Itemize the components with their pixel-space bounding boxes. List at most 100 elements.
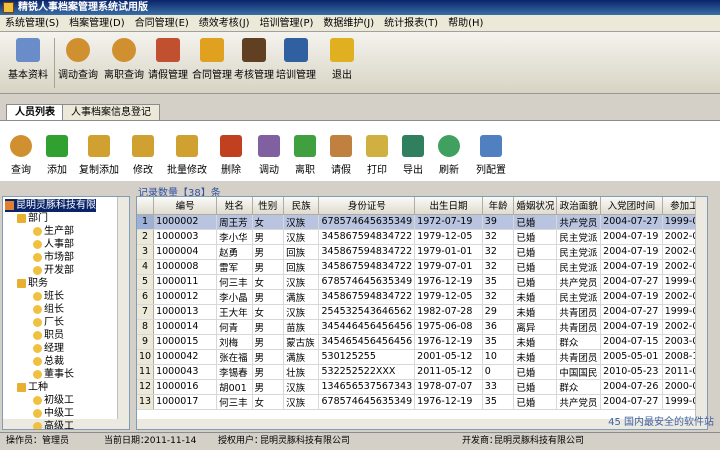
table-cell: 1000004 (153, 244, 218, 260)
table-row[interactable]: 4 1000008 雷军男回族 345867594834722 1979-07-01 32… (137, 259, 707, 275)
toolbar-button[interactable]: 基本资料 (2, 36, 54, 90)
tree-node[interactable]: 总裁 (33, 355, 64, 368)
table-row[interactable]: 3 1000004 赵勇男回族 345867594834722 1979-01-01 32… (137, 244, 707, 260)
table-row[interactable]: 8 1000014 何青男苗族 345446456456456 1975-06-08 36… (137, 319, 707, 335)
table-cell: 胡001 (216, 379, 253, 395)
tree-node[interactable]: 人事部 (33, 238, 74, 251)
tree-node[interactable]: 职务 (17, 277, 48, 290)
table-row[interactable]: 11 1000043 李锡春男壮族 532252522XXX 2011-05-12 0 已婚… (137, 364, 707, 380)
table-cell: 0 (482, 364, 515, 380)
menu-item[interactable]: 绩效考核(J) (194, 15, 255, 31)
node-icon (33, 239, 42, 249)
column-header[interactable]: 婚姻状况 (513, 197, 558, 215)
toolbar-button[interactable]: 离职查询 (102, 36, 146, 90)
column-header[interactable]: 出生日期 (414, 197, 483, 215)
record-toolbar-button[interactable]: 复制添加 (76, 135, 122, 177)
menu-item[interactable]: 档案管理(D) (64, 15, 130, 31)
table-row[interactable]: 13 1000017 何三丰女汉族 678574645635349 1976-12-19… (137, 394, 707, 410)
menu-item[interactable]: 数据维护(J) (318, 15, 379, 31)
record-toolbar-button[interactable]: 调动 (252, 135, 286, 177)
toolbar-button[interactable]: 请假管理 (146, 36, 190, 90)
table-row[interactable]: 10 1000042 张在福男满族 530125255 2001-05-12 10 未婚 共青… (137, 349, 707, 365)
tree-node[interactable]: 中级工 (33, 407, 74, 420)
tree-node[interactable]: 初级工 (33, 394, 74, 407)
tree-node[interactable]: 厂长 (33, 316, 64, 329)
tree-root[interactable]: 昆明灵豚科技有限 (5, 199, 96, 212)
table-row[interactable]: 12 1000016 胡001 男汉族 134656537567343 1978-07-0… (137, 379, 707, 395)
column-header[interactable]: 民族 (283, 197, 320, 215)
table-cell: 回族 (283, 259, 320, 275)
table-cell: 赵勇 (216, 244, 253, 260)
record-toolbar-button[interactable]: 删除 (214, 135, 248, 177)
record-toolbar-label: 添加 (47, 165, 67, 176)
tab[interactable]: 人事档案信息登记 (62, 104, 160, 120)
tree-node[interactable]: 经理 (33, 342, 64, 355)
toolbar-button[interactable]: 合同管理 (190, 36, 234, 90)
record-toolbar-button[interactable]: 导出 (396, 135, 430, 177)
pencil-icon (88, 135, 110, 157)
record-toolbar-button[interactable]: 修改 (126, 135, 160, 177)
column-header[interactable]: 性别 (252, 197, 285, 215)
toolbar-button[interactable]: 调动查询 (56, 36, 100, 90)
table-row[interactable]: 2 1000003 李小华男汉族 345867594834722 1979-12-05 3… (137, 229, 707, 245)
table-row[interactable]: 7 1000013 王大年女汉族 254532543646562 1982-07-28 2… (137, 304, 707, 320)
menu-item[interactable]: 帮助(H) (443, 15, 488, 31)
tree-node[interactable]: 董事长 (33, 368, 74, 381)
menu-item[interactable]: 系统管理(S) (0, 15, 64, 31)
tree-node-label: 工种 (28, 382, 48, 393)
record-toolbar-label: 调动 (259, 165, 279, 176)
record-toolbar-button[interactable]: 查询 (4, 135, 38, 177)
record-toolbar-button[interactable]: 离职 (288, 135, 322, 177)
app-icon (3, 2, 14, 13)
record-toolbar-button[interactable]: 列配置 (468, 135, 514, 177)
tree-vscroll[interactable] (117, 197, 129, 429)
menu-item[interactable]: 统计报表(T) (379, 15, 443, 31)
node-icon (33, 265, 42, 275)
tree-node[interactable]: 部门 (17, 212, 48, 225)
table-cell: 345867594834722 (318, 289, 416, 305)
tree-node-label: 开发部 (44, 265, 74, 276)
tree-node[interactable]: 工种 (17, 381, 48, 394)
column-header[interactable]: 政治面貌 (556, 197, 602, 215)
table-cell: 1975-06-08 (414, 319, 483, 335)
grid-vscroll[interactable] (695, 197, 707, 419)
column-header[interactable]: 入党团时间 (600, 197, 663, 215)
tree-node[interactable]: 组长 (33, 303, 64, 316)
table-row[interactable]: 6 1000012 李小晶男满族 345867594834722 1979-12-05 3… (137, 289, 707, 305)
column-header[interactable]: 身份证号 (318, 197, 416, 215)
tree-node[interactable]: 开发部 (33, 264, 74, 277)
table-cell: 男 (252, 289, 285, 305)
record-toolbar-button[interactable]: 请假 (324, 135, 358, 177)
tree-node[interactable]: 高级工 (33, 420, 74, 429)
table-cell: 345867594834722 (318, 259, 416, 275)
record-toolbar-button[interactable]: 添加 (40, 135, 74, 177)
tree-node[interactable]: 班长 (33, 290, 64, 303)
row-number: 3 (137, 244, 155, 260)
edit-pencil-icon (156, 38, 180, 62)
tree-node-label: 班长 (44, 291, 64, 302)
record-toolbar-button[interactable]: 打印 (360, 135, 394, 177)
toolbar-button-label: 培训管理 (276, 70, 316, 81)
table-row[interactable]: 5 1000011 何三丰女汉族 678574645635349 1976-12-19 3… (137, 274, 707, 290)
table-cell: 壮族 (283, 364, 320, 380)
tab[interactable]: 人员列表 (6, 104, 64, 120)
category-tree[interactable]: 昆明灵豚科技有限 部门 生产部 人事部 市场部 开发部 职务 班长 组长 厂长 职员 经理 总裁 董事长工… (2, 196, 130, 430)
table-row[interactable]: 1 1000002 周王芳女汉族 678574645635349 1972-07-19 3… (137, 214, 707, 230)
column-header[interactable]: 年龄 (482, 197, 515, 215)
record-toolbar-button[interactable]: 批量修改 (164, 135, 210, 177)
table-row[interactable]: 9 1000015 刘梅男蒙古族 345465456456456 1976-12-19 3… (137, 334, 707, 350)
menu-item[interactable]: 合同管理(E) (130, 15, 194, 31)
tree-node[interactable]: 职员 (33, 329, 64, 342)
tree-node[interactable]: 市场部 (33, 251, 74, 264)
employee-grid[interactable]: 编号 姓名 性别 民族 身份证号 出生日期 年龄 婚姻状况 政治面貌 入党团时间 参加工 1 1000… (136, 196, 708, 430)
column-header[interactable]: 编号 (153, 197, 218, 215)
toolbar-button[interactable]: 培训管理 (274, 36, 318, 90)
toolbar-button[interactable]: 退出 (320, 36, 364, 90)
menu-item[interactable]: 培训管理(P) (255, 15, 319, 31)
column-header[interactable]: 姓名 (216, 197, 253, 215)
table-cell: 已婚 (513, 379, 558, 395)
toolbar-button[interactable]: 考核管理 (232, 36, 276, 90)
tree-node[interactable]: 生产部 (33, 225, 74, 238)
table-cell: 32 (482, 229, 515, 245)
record-toolbar-button[interactable]: 刷新 (432, 135, 466, 177)
